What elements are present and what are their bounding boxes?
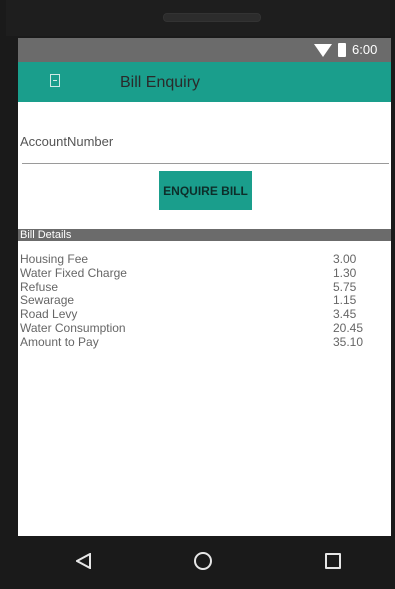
back-icon[interactable]	[76, 553, 92, 569]
bill-details-header: Bill Details	[18, 229, 391, 241]
battery-icon	[338, 43, 346, 57]
item-label: Water Consumption	[20, 320, 126, 335]
item-label: Amount to Pay	[20, 334, 99, 349]
enquire-bill-button[interactable]: ENQUIRE BILL	[159, 171, 252, 210]
item-value: 20.45	[333, 320, 364, 335]
phone-screen: 6:00 Bill Enquiry AccountNumber ENQUIRE …	[18, 38, 391, 536]
app-title: Bill Enquiry	[120, 74, 201, 91]
item-value: 3.00	[333, 252, 357, 266]
bill-details-title: Bill Details	[20, 229, 72, 241]
status-clock: 6:00	[352, 42, 378, 57]
item-label: Road Levy	[20, 307, 78, 322]
item-value: 35.10	[333, 334, 364, 349]
account-number-label: AccountNumber	[20, 134, 114, 149]
document-icon	[50, 74, 60, 87]
item-value: 3.45	[333, 307, 357, 322]
list-item: Refuse 5.75	[18, 279, 391, 295]
bill-details-list: Housing Fee 3.00 Water Fixed Charge 1.30…	[18, 253, 391, 350]
recent-apps-icon[interactable]	[325, 553, 341, 569]
list-item: Sewarage 1.15	[18, 294, 391, 308]
item-label: Refuse	[20, 279, 59, 294]
list-item: Water Fixed Charge 1.30	[18, 265, 391, 281]
item-value: 1.30	[333, 265, 357, 280]
item-label: Water Fixed Charge	[20, 265, 127, 280]
home-icon[interactable]	[194, 552, 212, 570]
item-label: Housing Fee	[20, 252, 89, 266]
account-number-input[interactable]	[22, 152, 389, 164]
list-item: Road Levy 3.45	[18, 308, 391, 322]
device-top-bezel	[6, 0, 390, 36]
list-item: Water Consumption 20.45	[18, 320, 391, 336]
list-item: Amount to Pay 35.10	[18, 334, 391, 350]
list-item: Housing Fee 3.00	[18, 253, 391, 267]
wifi-icon	[314, 44, 332, 57]
item-value: 5.75	[333, 279, 357, 294]
app-bar: Bill Enquiry	[18, 62, 391, 102]
status-bar: 6:00	[18, 38, 391, 62]
item-label: Sewarage	[20, 293, 75, 308]
speaker-grille	[163, 13, 261, 22]
navigation-bar	[6, 536, 390, 589]
item-value: 1.15	[333, 293, 357, 308]
